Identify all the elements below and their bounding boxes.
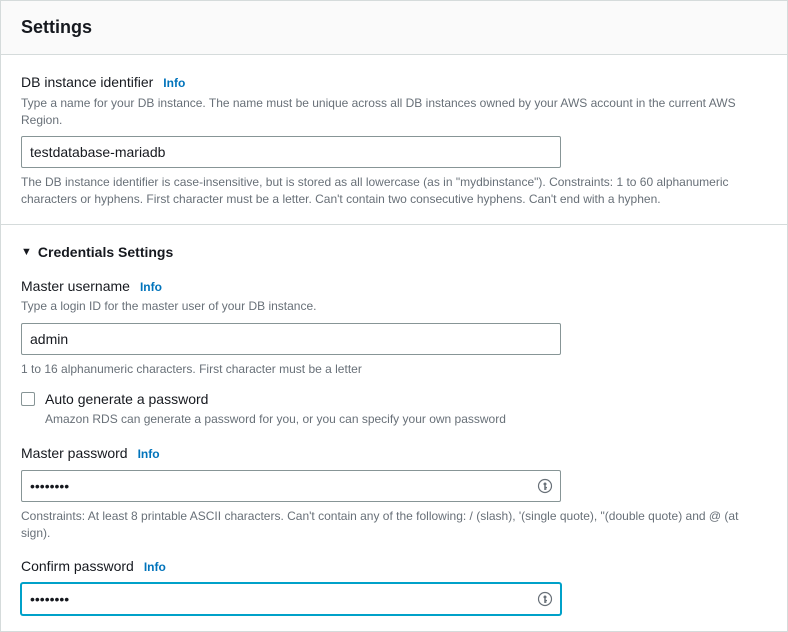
section-db-identifier: DB instance identifier Info Type a name … (1, 55, 787, 224)
db-identifier-label: DB instance identifier (21, 73, 153, 93)
db-identifier-help: Type a name for your DB instance. The na… (21, 95, 767, 129)
auto-generate-password-label: Auto generate a password (45, 390, 506, 410)
master-username-constraints: 1 to 16 alphanumeric characters. First c… (21, 361, 767, 378)
info-link-db-identifier[interactable]: Info (163, 75, 185, 92)
panel-title: Settings (21, 15, 767, 40)
caret-down-icon: ▼ (21, 245, 32, 260)
db-identifier-input[interactable] (21, 136, 561, 168)
password-manager-icon[interactable] (537, 591, 553, 607)
info-link-confirm-password[interactable]: Info (144, 559, 166, 576)
field-master-username: Master username Info Type a login ID for… (21, 277, 767, 429)
confirm-password-label: Confirm password (21, 557, 134, 577)
master-username-input[interactable] (21, 323, 561, 355)
info-link-master-username[interactable]: Info (140, 279, 162, 296)
master-password-input[interactable] (21, 470, 561, 502)
confirm-password-input[interactable] (21, 583, 561, 615)
credentials-expand-toggle[interactable]: ▼ Credentials Settings (21, 243, 767, 263)
master-password-label: Master password (21, 444, 128, 464)
password-manager-icon[interactable] (537, 478, 553, 494)
panel-header: Settings (1, 1, 787, 55)
settings-panel: Settings DB instance identifier Info Typ… (0, 0, 788, 632)
master-username-help: Type a login ID for the master user of y… (21, 298, 767, 315)
db-identifier-constraints: The DB instance identifier is case-insen… (21, 174, 767, 208)
auto-generate-password-help: Amazon RDS can generate a password for y… (45, 411, 506, 428)
credentials-section-title: Credentials Settings (38, 243, 173, 263)
info-link-master-password[interactable]: Info (138, 446, 160, 463)
section-credentials: ▼ Credentials Settings Master username I… (1, 224, 787, 631)
field-confirm-password: Confirm password Info (21, 557, 767, 615)
auto-generate-password-checkbox[interactable] (21, 392, 35, 406)
master-username-label: Master username (21, 277, 130, 297)
field-master-password: Master password Info Constraints: At lea… (21, 444, 767, 541)
master-password-constraints: Constraints: At least 8 printable ASCII … (21, 508, 767, 542)
